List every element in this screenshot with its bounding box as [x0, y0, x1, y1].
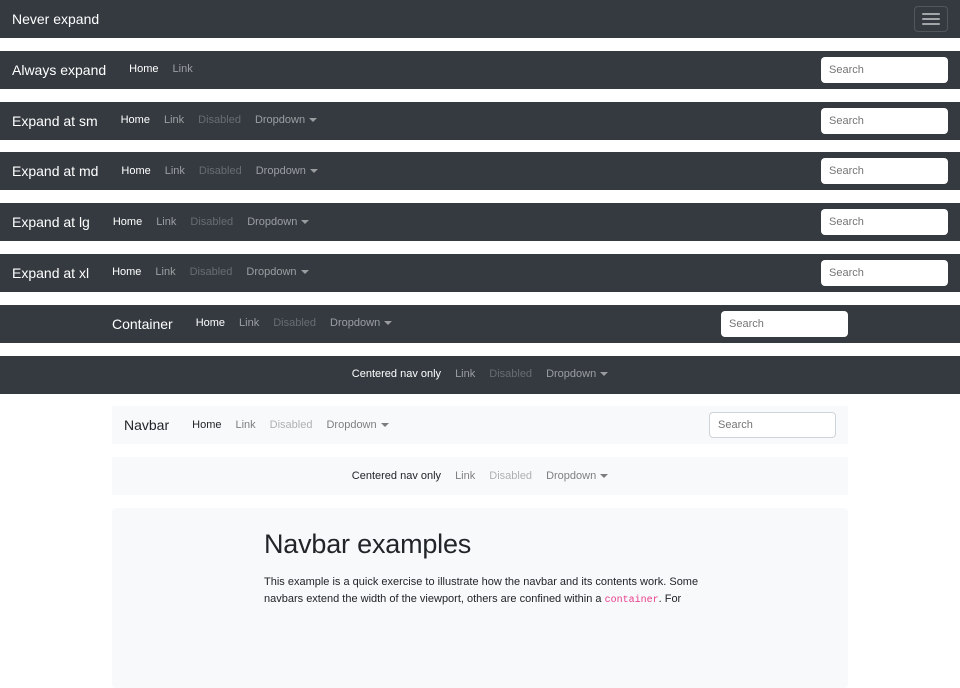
- brand-container[interactable]: Container: [112, 317, 173, 331]
- brand-always-expand[interactable]: Always expand: [12, 63, 106, 77]
- nav-link-dropdown[interactable]: Dropdown: [319, 420, 395, 431]
- navbar-container: Container Home Link Disabled Dropdown: [0, 305, 960, 343]
- search-input[interactable]: [821, 57, 948, 83]
- inline-code-container: container: [605, 595, 659, 606]
- chevron-down-icon: [600, 474, 608, 478]
- hamburger-icon: [922, 13, 940, 15]
- nav-link-link[interactable]: Link: [149, 217, 183, 228]
- search-input[interactable]: [821, 260, 948, 286]
- nav-links: Home Link Disabled Dropdown: [114, 115, 324, 126]
- nav-link-dropdown[interactable]: Dropdown: [323, 318, 399, 329]
- chevron-down-icon: [301, 270, 309, 274]
- nav-links: Home Link Disabled Dropdown: [185, 420, 395, 431]
- nav-link-dropdown[interactable]: Dropdown: [248, 115, 324, 126]
- nav-link-link[interactable]: Link: [448, 471, 482, 482]
- brand-expand-lg[interactable]: Expand at lg: [12, 215, 90, 229]
- navbar-expand-md: Expand at md Home Link Disabled Dropdown: [0, 152, 960, 190]
- nav-link-disabled: Disabled: [192, 166, 249, 177]
- navbar-toggler-button[interactable]: [914, 6, 948, 32]
- chevron-down-icon: [381, 423, 389, 427]
- navbar-light: Navbar Home Link Disabled Dropdown: [112, 406, 848, 444]
- nav-link-disabled: Disabled: [183, 217, 240, 228]
- search-input[interactable]: [821, 158, 948, 184]
- navbar-container-inner: Container Home Link Disabled Dropdown: [112, 305, 848, 343]
- nav-link-disabled: Disabled: [191, 115, 248, 126]
- page-title: Navbar examples: [264, 528, 712, 560]
- jumbotron-column: Navbar examples This example is a quick …: [264, 528, 712, 608]
- navbar-expand-xl: Expand at xl Home Link Disabled Dropdown: [0, 254, 960, 292]
- brand-expand-sm[interactable]: Expand at sm: [12, 114, 98, 128]
- chevron-down-icon: [309, 118, 317, 122]
- nav-link-home[interactable]: Home: [114, 115, 157, 126]
- brand-never-expand[interactable]: Never expand: [12, 12, 99, 26]
- brand-expand-md[interactable]: Expand at md: [12, 164, 98, 178]
- nav-links: Home Link Disabled Dropdown: [114, 166, 324, 177]
- navbar-centered-dark: Centered nav only Link Disabled Dropdown: [0, 356, 960, 394]
- nav-link-disabled: Disabled: [482, 369, 539, 380]
- nav-link-link[interactable]: Link: [232, 318, 266, 329]
- nav-links: Home Link: [122, 64, 200, 75]
- nav-links: Home Link Disabled Dropdown: [189, 318, 399, 329]
- nav-link-dropdown[interactable]: Dropdown: [539, 471, 615, 482]
- nav-link-home[interactable]: Home: [106, 217, 149, 228]
- nav-link-centered-nav-only[interactable]: Centered nav only: [345, 369, 448, 380]
- nav-link-dropdown[interactable]: Dropdown: [539, 369, 615, 380]
- nav-link-link[interactable]: Link: [448, 369, 482, 380]
- brand-navbar[interactable]: Navbar: [124, 418, 169, 432]
- intro-paragraph: This example is a quick exercise to illu…: [264, 574, 712, 608]
- chevron-down-icon: [600, 372, 608, 376]
- nav-link-link[interactable]: Link: [158, 166, 192, 177]
- navbar-expand-sm: Expand at sm Home Link Disabled Dropdown: [0, 102, 960, 140]
- nav-link-dropdown[interactable]: Dropdown: [239, 267, 315, 278]
- nav-link-disabled: Disabled: [482, 471, 539, 482]
- nav-link-dropdown[interactable]: Dropdown: [240, 217, 316, 228]
- nav-links-centered: Centered nav only Link Disabled Dropdown: [345, 369, 615, 380]
- search-input[interactable]: [721, 311, 848, 337]
- nav-link-link[interactable]: Link: [166, 64, 200, 75]
- nav-link-disabled: Disabled: [266, 318, 323, 329]
- navbar-never-expand: Never expand: [0, 0, 960, 38]
- nav-link-centered-nav-only[interactable]: Centered nav only: [345, 471, 448, 482]
- chevron-down-icon: [301, 220, 309, 224]
- search-input[interactable]: [821, 209, 948, 235]
- nav-links: Home Link Disabled Dropdown: [106, 217, 316, 228]
- nav-link-link[interactable]: Link: [157, 115, 191, 126]
- navbar-always-expand: Always expand Home Link: [0, 51, 960, 89]
- nav-link-disabled: Disabled: [263, 420, 320, 431]
- nav-links: Home Link Disabled Dropdown: [105, 267, 315, 278]
- brand-expand-xl[interactable]: Expand at xl: [12, 266, 89, 280]
- nav-link-link[interactable]: Link: [228, 420, 262, 431]
- search-input[interactable]: [709, 412, 836, 438]
- nav-link-disabled: Disabled: [183, 267, 240, 278]
- jumbotron: Navbar examples This example is a quick …: [112, 508, 848, 688]
- nav-links-centered: Centered nav only Link Disabled Dropdown: [345, 471, 615, 482]
- nav-link-dropdown[interactable]: Dropdown: [249, 166, 325, 177]
- navbar-centered-light: Centered nav only Link Disabled Dropdown: [112, 457, 848, 495]
- nav-link-link[interactable]: Link: [148, 267, 182, 278]
- search-input[interactable]: [821, 108, 948, 134]
- nav-link-home[interactable]: Home: [122, 64, 165, 75]
- nav-link-home[interactable]: Home: [185, 420, 228, 431]
- nav-link-home[interactable]: Home: [189, 318, 232, 329]
- chevron-down-icon: [384, 321, 392, 325]
- nav-link-home[interactable]: Home: [114, 166, 157, 177]
- navbar-expand-lg: Expand at lg Home Link Disabled Dropdown: [0, 203, 960, 241]
- chevron-down-icon: [310, 169, 318, 173]
- nav-link-home[interactable]: Home: [105, 267, 148, 278]
